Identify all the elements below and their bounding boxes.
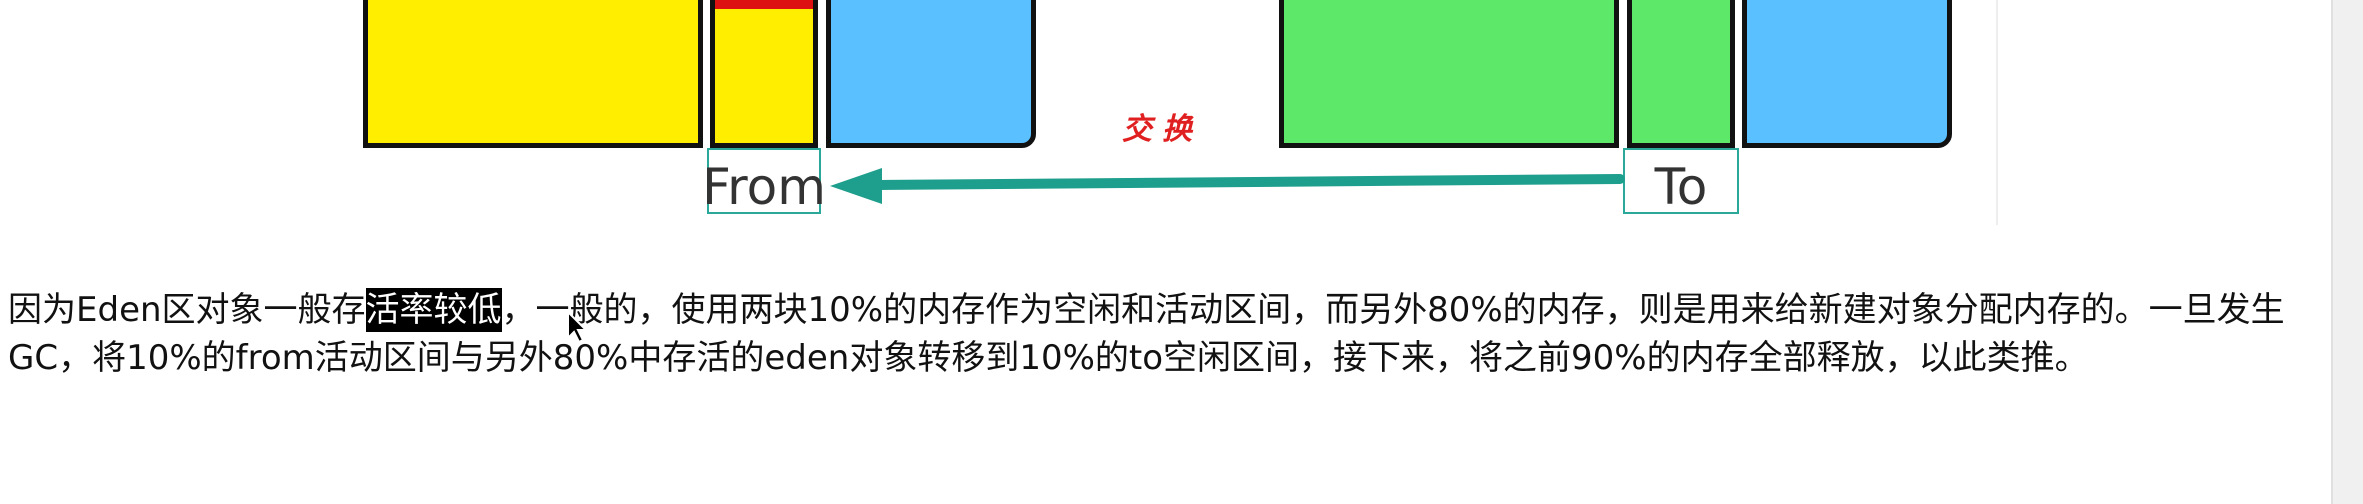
swap-arrow-shaft — [875, 174, 1625, 190]
from-label-text: From — [702, 158, 826, 216]
swap-arrow-head — [830, 168, 882, 204]
from-label: From — [702, 148, 826, 214]
memory-diagram: From To 交换 — [0, 0, 2363, 230]
scrollbar[interactable] — [2331, 0, 2363, 504]
swap-label: 交换 — [1122, 112, 1202, 147]
figure-right-border — [1996, 0, 1998, 225]
explanation-paragraph: 因为Eden区对象一般存活率较低，一般的，使用两块10%的内存作为空闲和活动区间… — [8, 286, 2338, 382]
selected-text[interactable]: 活率较低 — [365, 288, 502, 332]
red-used-marker — [715, 0, 813, 9]
swap-arrow — [830, 168, 1625, 204]
survivor-block-blue-right — [1742, 0, 1952, 148]
to-label: To — [1623, 148, 1739, 214]
to-survivor-block — [1627, 0, 1735, 148]
mouse-cursor-icon — [567, 310, 589, 344]
from-survivor-block — [710, 0, 818, 148]
eden-block-right — [1279, 0, 1619, 148]
survivor-block-blue-left — [826, 0, 1036, 148]
to-label-text: To — [1654, 158, 1708, 216]
eden-block-left — [363, 0, 703, 148]
paragraph-part1: 因为Eden区对象一般存 — [8, 290, 366, 330]
